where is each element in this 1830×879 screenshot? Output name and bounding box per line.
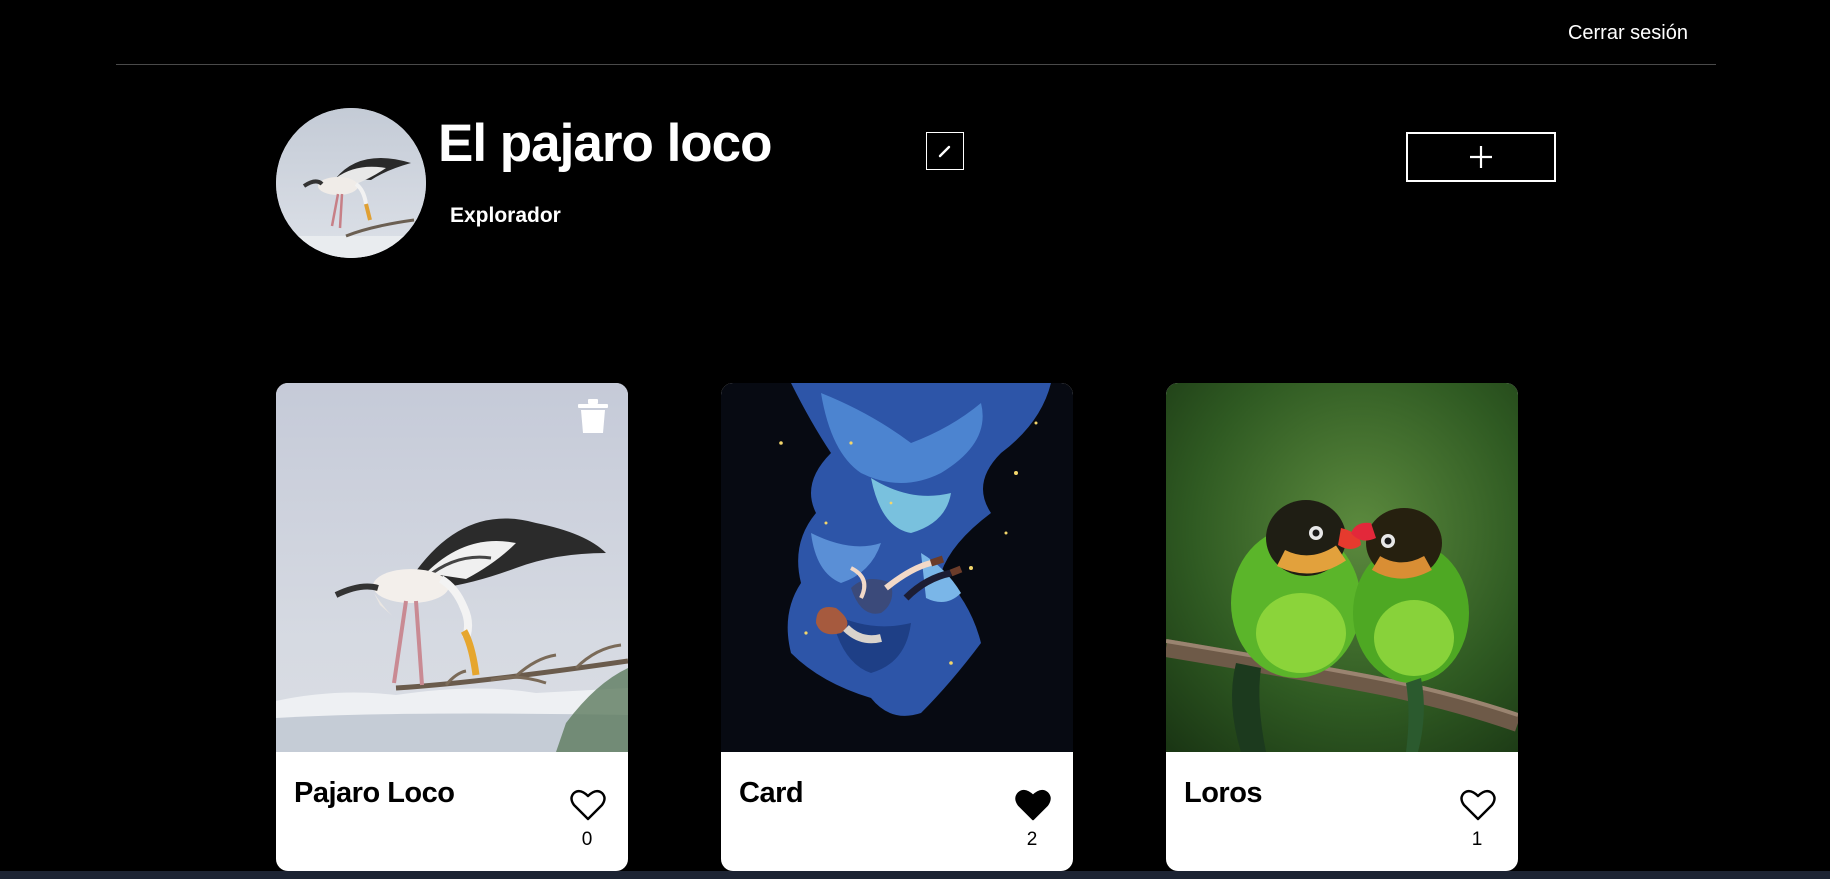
card-image[interactable] [276, 383, 628, 752]
card-image[interactable] [721, 383, 1073, 752]
plus-icon [1470, 146, 1492, 168]
card-title: Loros [1184, 777, 1263, 809]
add-card-button[interactable] [1406, 132, 1556, 182]
heart-filled-icon[interactable] [1015, 788, 1051, 822]
card: Card 2 [721, 383, 1073, 871]
profile-section: El pajaro loco Explorador [276, 108, 1556, 258]
profile-about: Explorador [450, 204, 561, 227]
like-count: 2 [1026, 829, 1038, 850]
cards-grid: Pajaro Loco 0 Card 2 Loros 1 [276, 383, 1556, 871]
heart-outline-icon[interactable] [1460, 788, 1496, 822]
logout-link[interactable]: Cerrar sesión [1568, 22, 1688, 45]
avatar-image [276, 108, 426, 258]
card-title: Card [739, 777, 804, 809]
card: Pajaro Loco 0 [276, 383, 628, 871]
like-count: 0 [581, 829, 593, 850]
edit-profile-button[interactable] [926, 132, 964, 170]
stork-photo [276, 383, 628, 752]
card-title: Pajaro Loco [294, 777, 455, 809]
os-taskbar [0, 871, 1830, 879]
page-header: Cerrar sesión [116, 0, 1716, 65]
profile-name: El pajaro loco [438, 114, 773, 173]
heart-outline-icon[interactable] [570, 788, 606, 822]
card-image[interactable] [1166, 383, 1518, 752]
card: Loros 1 [1166, 383, 1518, 871]
anime-girl-falling-illustration [721, 383, 1073, 752]
trash-icon[interactable] [578, 399, 608, 433]
like-count: 1 [1471, 829, 1483, 850]
avatar[interactable] [276, 108, 426, 258]
lovebirds-photo [1166, 383, 1518, 752]
pencil-icon [938, 145, 951, 158]
